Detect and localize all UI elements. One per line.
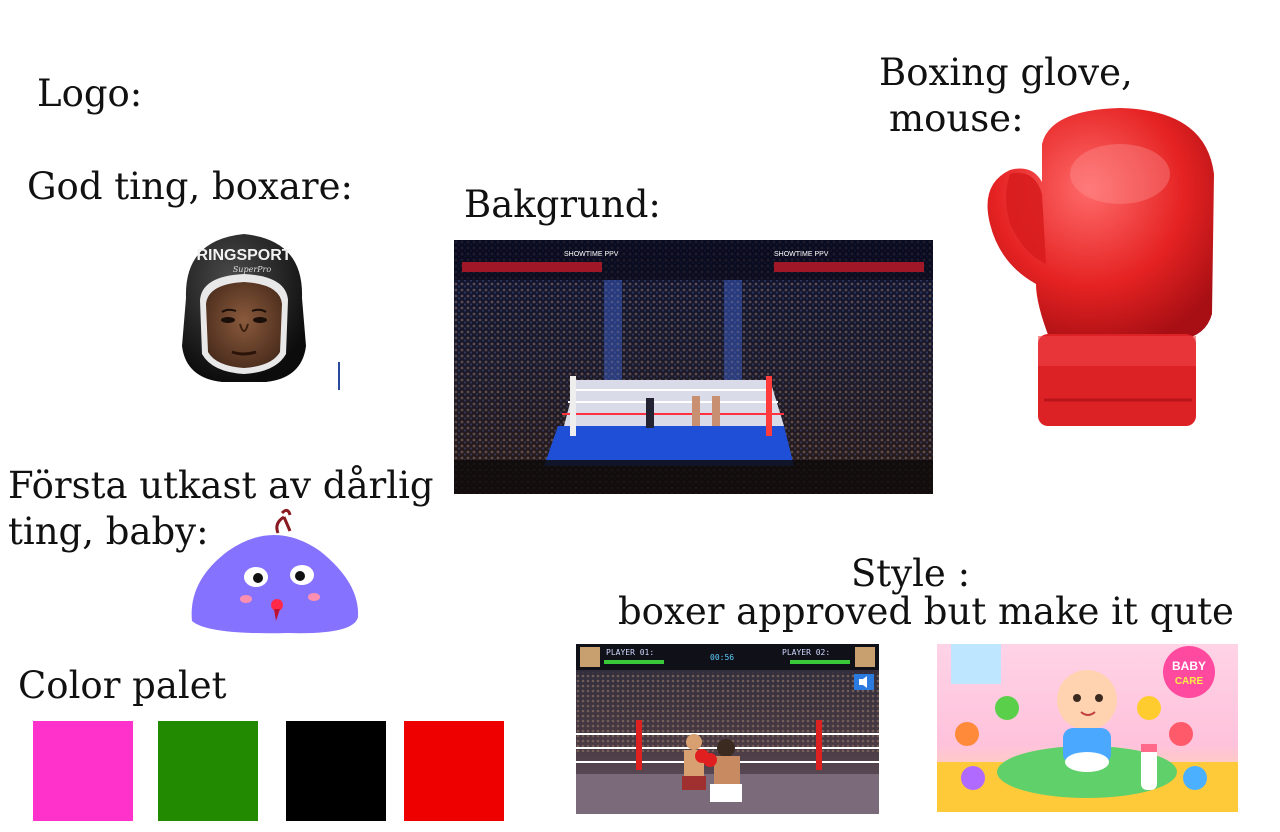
palette-swatch-black [286, 721, 386, 821]
good-thing-label: God ting, boxare: [27, 165, 353, 208]
stray-mark [338, 362, 340, 390]
glove-label-line1: Boxing glove, [879, 51, 1133, 94]
arena-photo: SHOWTIME PPV SHOWTIME PPV [454, 240, 933, 494]
arena-banner-text-left: SHOWTIME PPV [564, 251, 619, 258]
boxing-glove-image [980, 104, 1220, 434]
palette-swatch-red [404, 721, 504, 821]
palette-swatch-green [158, 721, 258, 821]
style-label-line2: boxer approved but make it qute [618, 590, 1234, 633]
baby-care-game-reference: BABY CARE [937, 644, 1238, 812]
helmet-brand-text: RINGSPORT [196, 247, 291, 264]
boxer-helmet-image: RINGSPORT SuperPro [176, 228, 312, 386]
arena-banner-text-right: SHOWTIME PPV [774, 251, 829, 258]
bad-thing-label-line1: Första utkast av dårlig [8, 464, 434, 507]
style-label: Style : boxer approved but make it qute [618, 551, 1234, 635]
boxing-game-reference: PLAYER 01: PLAYER 02: 00:56 [576, 644, 879, 814]
logo-label: Logo: [37, 72, 143, 115]
palette-label: Color palet [18, 664, 227, 707]
baby-care-logo-line2: CARE [1175, 676, 1204, 687]
game-player1-label: PLAYER 01: [606, 648, 654, 657]
helmet-script-text: SuperPro [233, 265, 272, 274]
palette-swatch-pink [33, 721, 133, 821]
background-label: Bakgrund: [464, 183, 661, 226]
baby-care-logo-line1: BABY [1172, 659, 1206, 673]
game-player2-label: PLAYER 02: [782, 648, 830, 657]
baby-blob-drawing [188, 505, 362, 637]
game-timer: 00:56 [710, 653, 734, 662]
